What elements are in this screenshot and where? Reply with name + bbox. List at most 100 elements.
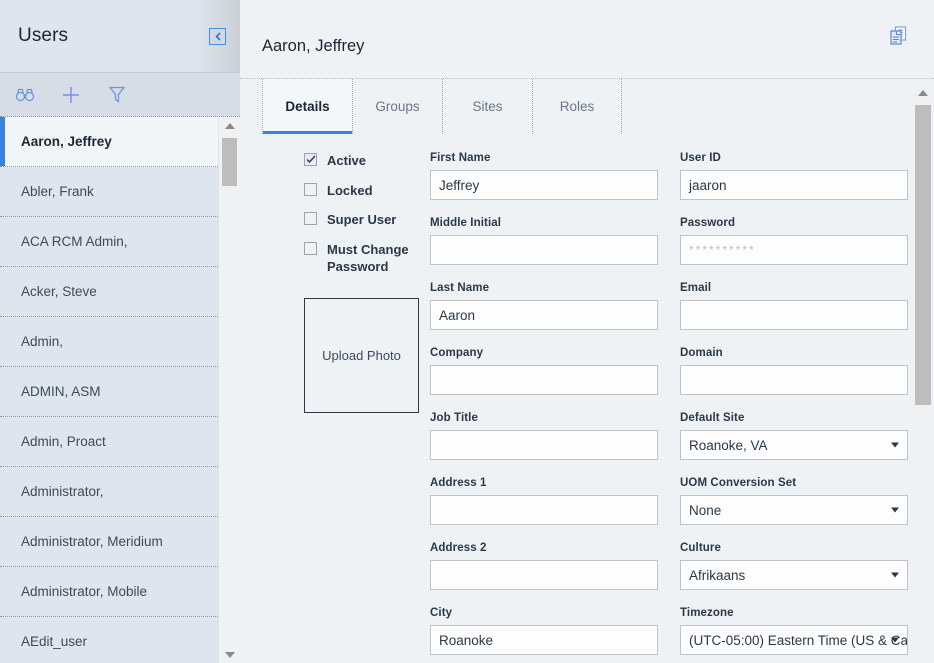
chevron-left-icon bbox=[214, 31, 221, 41]
checkbox-super-user[interactable]: Super User bbox=[304, 211, 430, 229]
list-item-label: Admin, bbox=[21, 334, 64, 349]
field-label: City bbox=[430, 607, 453, 619]
field-password: Password ********** bbox=[680, 217, 908, 265]
input-job-title[interactable] bbox=[430, 430, 658, 460]
select-timezone[interactable]: (UTC-05:00) Eastern Time (US & Canada) bbox=[680, 625, 908, 655]
field-label: Default Site bbox=[680, 412, 745, 424]
list-item[interactable]: Admin, bbox=[0, 317, 218, 367]
user-list[interactable]: Aaron, Jeffrey Abler, Frank ACA RCM Admin,… bbox=[0, 117, 218, 663]
input-domain[interactable] bbox=[680, 365, 908, 395]
field-user-id: User ID jaaron bbox=[680, 152, 908, 200]
tab-bar: Details Groups Sites Roles bbox=[240, 78, 934, 134]
field-label: Address 1 bbox=[430, 477, 487, 489]
input-last-name[interactable]: Aaron bbox=[430, 300, 658, 330]
field-address-1: Address 1 bbox=[430, 477, 658, 525]
field-email: Email bbox=[680, 282, 908, 330]
list-item[interactable]: Administrator, Meridium bbox=[0, 517, 218, 567]
select-value: None bbox=[689, 502, 722, 518]
list-item[interactable]: AEdit_user bbox=[0, 617, 218, 663]
sidebar-scroll-thumb[interactable] bbox=[222, 138, 237, 186]
upload-photo-button[interactable]: Upload Photo bbox=[304, 297, 419, 413]
user-list-container: Aaron, Jeffrey Abler, Frank ACA RCM Admin,… bbox=[0, 116, 240, 663]
list-item-label: ADMIN, ASM bbox=[21, 384, 101, 399]
list-item-label: Administrator, Mobile bbox=[21, 584, 148, 599]
input-company[interactable] bbox=[430, 365, 658, 395]
record-header: Aaron, Jeffrey bbox=[240, 0, 934, 78]
list-item[interactable]: Administrator, bbox=[0, 467, 218, 517]
field-label: Email bbox=[680, 282, 712, 294]
field-label: Culture bbox=[680, 542, 721, 554]
scroll-up-arrow[interactable] bbox=[219, 117, 240, 134]
select-uom-conversion-set[interactable]: None bbox=[680, 495, 908, 525]
main-scroll-thumb[interactable] bbox=[915, 105, 931, 405]
input-email[interactable] bbox=[680, 300, 908, 330]
list-item[interactable]: Acker, Steve bbox=[0, 267, 218, 317]
form-column-left: First Name Jeffrey Middle Initial Last Name… bbox=[430, 152, 658, 663]
field-last-name: Last Name Aaron bbox=[430, 282, 658, 330]
chevron-down-icon bbox=[891, 442, 899, 448]
chevron-down-icon bbox=[891, 637, 899, 643]
checkbox-active[interactable]: Active bbox=[304, 152, 430, 170]
chevron-down-icon bbox=[891, 572, 899, 578]
field-label: Address 2 bbox=[430, 542, 487, 554]
field-label: Domain bbox=[680, 347, 723, 359]
filter-icon[interactable] bbox=[104, 82, 130, 108]
main-scrollbar[interactable] bbox=[912, 84, 934, 663]
main-panel: Aaron, Jeffrey Details Groups Sites Roles A… bbox=[240, 0, 934, 663]
input-city[interactable]: Roanoke bbox=[430, 625, 658, 655]
field-label: UOM Conversion Set bbox=[680, 477, 797, 489]
input-address-1[interactable] bbox=[430, 495, 658, 525]
checkbox-group: Active Locked Super User Must Change Passwo… bbox=[304, 152, 430, 276]
field-label: Middle Initial bbox=[430, 217, 502, 229]
details-form: Active Locked Super User Must Change Passwo… bbox=[240, 134, 934, 663]
field-culture: Culture Afrikaans bbox=[680, 542, 908, 590]
search-icon[interactable] bbox=[12, 82, 38, 108]
field-default-site: Default Site Roanoke, VA bbox=[680, 412, 908, 460]
list-item[interactable]: Admin, Proact bbox=[0, 417, 218, 467]
list-item-label: Acker, Steve bbox=[21, 284, 97, 299]
sidebar-scrollbar[interactable] bbox=[218, 117, 240, 663]
field-city: City Roanoke bbox=[430, 607, 658, 655]
tab-roles[interactable]: Roles bbox=[532, 79, 622, 134]
field-label: User ID bbox=[680, 152, 721, 164]
tab-sites[interactable]: Sites bbox=[442, 79, 532, 134]
sidebar-toolbar bbox=[0, 72, 240, 116]
sidebar-header: Users bbox=[0, 0, 240, 72]
select-culture[interactable]: Afrikaans bbox=[680, 560, 908, 590]
input-first-name[interactable]: Jeffrey bbox=[430, 170, 658, 200]
checkbox-empty-icon bbox=[304, 212, 317, 226]
tab-details[interactable]: Details bbox=[262, 79, 352, 134]
list-item[interactable]: ACA RCM Admin, bbox=[0, 217, 218, 267]
list-item[interactable]: ADMIN, ASM bbox=[0, 367, 218, 417]
scroll-down-arrow[interactable] bbox=[219, 646, 240, 663]
list-item[interactable]: Administrator, Mobile bbox=[0, 567, 218, 617]
options-column: Active Locked Super User Must Change Passwo… bbox=[262, 152, 430, 663]
field-uom-conversion-set: UOM Conversion Set None bbox=[680, 477, 908, 525]
select-value: Roanoke, VA bbox=[689, 437, 768, 453]
list-item[interactable]: Aaron, Jeffrey bbox=[0, 117, 218, 167]
input-password[interactable]: ********** bbox=[680, 235, 908, 265]
select-default-site[interactable]: Roanoke, VA bbox=[680, 430, 908, 460]
add-icon[interactable] bbox=[58, 82, 84, 108]
list-item-label: Administrator, bbox=[21, 484, 104, 499]
field-label: Last Name bbox=[430, 282, 490, 294]
input-middle-initial[interactable] bbox=[430, 235, 658, 265]
field-address-2: Address 2 bbox=[430, 542, 658, 590]
checkbox-locked[interactable]: Locked bbox=[304, 182, 430, 200]
list-item[interactable]: Abler, Frank bbox=[0, 167, 218, 217]
checkbox-label: Locked bbox=[327, 182, 373, 198]
input-user-id[interactable]: jaaron bbox=[680, 170, 908, 200]
checkbox-must-change-password[interactable]: Must Change Password bbox=[304, 241, 430, 276]
field-label: Company bbox=[430, 347, 484, 359]
tab-groups[interactable]: Groups bbox=[352, 79, 442, 134]
chevron-down-icon bbox=[891, 507, 899, 513]
checkbox-label: Must Change Password bbox=[327, 241, 409, 275]
field-label: Password bbox=[680, 217, 736, 229]
sidebar-collapse-button[interactable] bbox=[209, 27, 226, 45]
main-scroll-up-arrow[interactable] bbox=[912, 84, 934, 101]
input-address-2[interactable] bbox=[430, 560, 658, 590]
page-title: Users bbox=[18, 25, 69, 46]
checkbox-label: Super User bbox=[327, 212, 397, 228]
select-value: Afrikaans bbox=[689, 567, 746, 583]
copy-records-icon[interactable] bbox=[890, 26, 908, 50]
